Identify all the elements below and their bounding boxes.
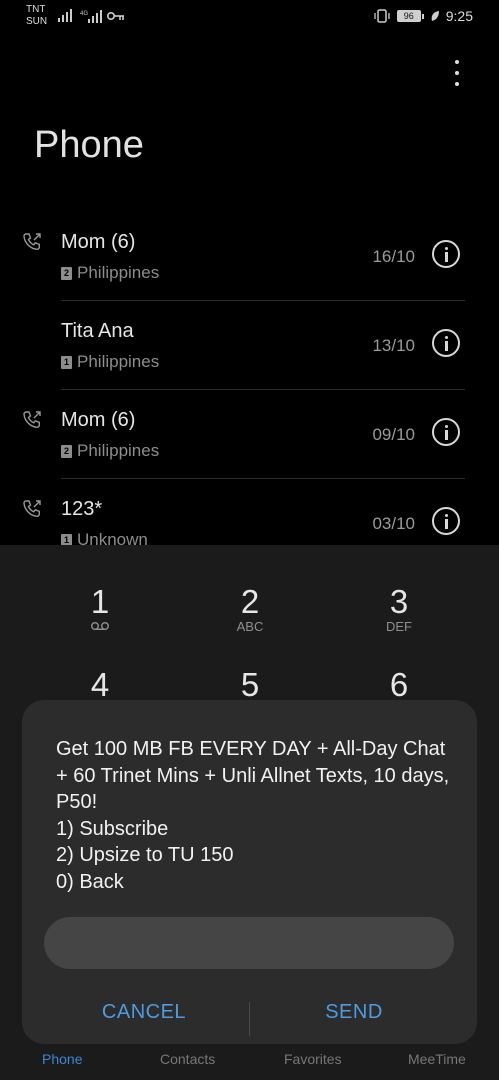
carrier-labels: TNT SUN [26,4,47,28]
call-subtitle: 2 Philippines [61,263,159,283]
sim-icon: 2 [61,266,72,280]
key-icon [107,12,124,20]
contact-name: 123* [61,498,103,520]
leaf-icon [431,11,439,21]
svg-text:4G: 4G [80,11,88,17]
call-subtitle: 1 Philippines [61,352,159,372]
signal-icon: 4G [80,10,102,23]
more-vertical-icon[interactable] [446,58,468,88]
dial-key-2[interactable]: 2 ABC [190,583,310,634]
contact-name: Mom (6) [61,409,136,431]
voicemail-icon [40,619,160,634]
info-icon[interactable] [432,329,460,357]
cancel-button[interactable]: CANCEL [44,1000,244,1025]
call-date: 09/10 [372,425,415,444]
outgoing-call-icon [22,499,42,524]
contact-name: Tita Ana [61,320,134,342]
battery-level: 96 [396,10,421,22]
outgoing-call-icon [22,410,42,435]
call-date: 16/10 [372,247,415,266]
call-log-row[interactable]: Mom (6) 2 Philippines 16/10 [0,212,499,301]
carrier-1: TNT [26,4,46,15]
call-location: Philippines [77,352,160,371]
dial-key-4[interactable]: 4 [40,666,160,704]
contact-name: Mom (6) [61,231,136,253]
dial-key-3[interactable]: 3 DEF [339,583,459,634]
info-icon[interactable] [432,418,460,446]
status-bar: TNT SUN 4G 96 9:25 [0,0,499,36]
call-log-list: Mom (6) 2 Philippines 16/10 Tita Ana 1 Philipp… [0,212,499,568]
dial-key-6[interactable]: 6 [339,666,459,704]
status-right: 96 9:25 [373,8,473,24]
dial-key-1[interactable]: 1 [40,583,160,634]
call-log-row[interactable]: Mom (6) 2 Philippines 09/10 [0,390,499,479]
outgoing-call-icon [22,232,42,257]
vibrate-icon [374,9,390,23]
button-divider [249,1002,250,1036]
carrier-2: SUN [26,16,48,27]
call-log-row[interactable]: Tita Ana 1 Philippines 13/10 [0,301,499,390]
ussd-dialog: Get 100 MB FB EVERY DAY + All-Day Chat +… [22,700,477,1044]
signal-icon [58,9,72,22]
ussd-reply-input[interactable] [44,917,454,969]
call-location: Philippines [77,263,160,282]
call-location: Philippines [77,441,160,460]
sim-icon: 2 [61,444,72,458]
page-title: Phone [34,124,144,166]
clock: 9:25 [445,8,473,24]
call-subtitle: 2 Philippines [61,441,159,461]
nav-meetime[interactable]: MeeTime [408,1051,466,1067]
info-icon[interactable] [432,240,460,268]
send-button[interactable]: SEND [254,1000,454,1025]
dial-key-5[interactable]: 5 [190,666,310,704]
bottom-nav: Phone Contacts Favorites MeeTime [0,1045,499,1075]
call-date: 13/10 [372,336,415,355]
nav-phone[interactable]: Phone [42,1051,82,1067]
call-date: 03/10 [372,514,415,533]
nav-contacts[interactable]: Contacts [160,1051,215,1067]
info-icon[interactable] [432,507,460,535]
nav-favorites[interactable]: Favorites [284,1051,342,1067]
sim-icon: 1 [61,355,72,369]
battery-icon: 96 [396,10,424,22]
ussd-message: Get 100 MB FB EVERY DAY + All-Day Chat +… [56,738,450,893]
